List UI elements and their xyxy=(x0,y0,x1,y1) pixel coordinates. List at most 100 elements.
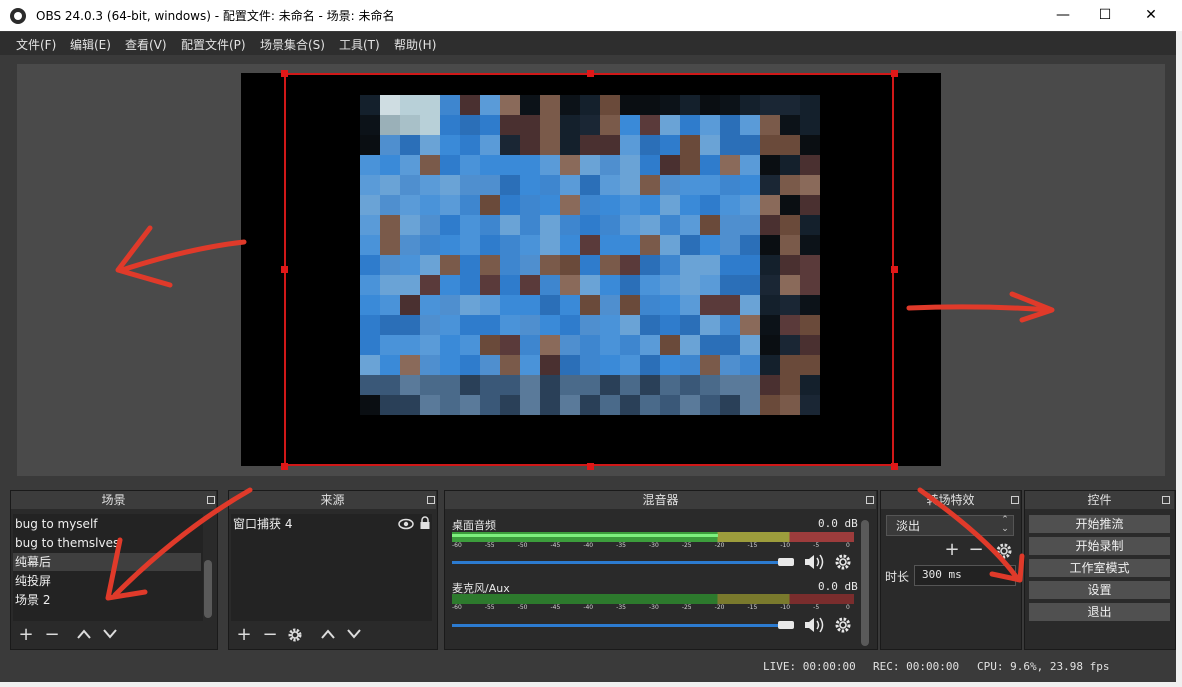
minus-icon[interactable]: − xyxy=(967,541,985,559)
meter-scale-label: -35 xyxy=(616,604,626,611)
menu-file[interactable]: 文件(F) xyxy=(16,36,56,53)
meter-scale-label: -35 xyxy=(616,542,626,549)
rec-status: REC: 00:00:00 xyxy=(873,660,960,673)
duration-value: 300 ms xyxy=(922,568,962,581)
speaker-icon[interactable] xyxy=(803,616,825,634)
speaker-icon[interactable] xyxy=(803,553,825,571)
obs-logo-icon xyxy=(10,8,26,24)
maximize-button[interactable]: ☐ xyxy=(1082,0,1128,31)
studio-mode-button[interactable]: 工作室模式 xyxy=(1028,558,1171,578)
scrollbar[interactable] xyxy=(204,560,212,618)
source-item[interactable]: 窗口捕获 4 xyxy=(231,515,383,533)
volume-slider[interactable] xyxy=(452,561,782,564)
meter-scale-label: -10 xyxy=(780,604,791,611)
float-icon[interactable] xyxy=(866,496,874,504)
meter-scale-label: -60 xyxy=(452,604,462,611)
selection-box[interactable] xyxy=(284,73,894,466)
channel-name: 桌面音频 xyxy=(452,519,496,532)
resize-handle[interactable] xyxy=(891,266,898,273)
meter-scale-label: -45 xyxy=(550,542,561,549)
volume-slider-handle[interactable] xyxy=(778,621,794,629)
desktop-strip xyxy=(1176,31,1182,687)
scene-item-selected[interactable]: 纯幕后 xyxy=(13,553,201,571)
title-bar: OBS 24.0.3 (64-bit, windows) - 配置文件: 未命名… xyxy=(0,0,1182,31)
scene-item[interactable]: bug to themslves xyxy=(13,534,201,552)
volume-slider[interactable] xyxy=(452,624,782,627)
meter-scale-label: -30 xyxy=(649,604,659,611)
meter-scale-label: -55 xyxy=(484,604,495,611)
chevron-up-icon[interactable] xyxy=(76,628,92,640)
volume-meter xyxy=(452,594,854,604)
chevron-down-icon[interactable] xyxy=(346,628,362,640)
meter-scale-label: -5 xyxy=(813,542,820,549)
scenes-header: 场景 xyxy=(11,491,216,509)
live-status: LIVE: 00:00:00 xyxy=(763,660,856,673)
plus-icon[interactable]: + xyxy=(17,626,35,644)
menu-bar: 文件(F) 编辑(E) 查看(V) 配置文件(P) 场景集合(S) 工具(T) … xyxy=(0,31,1182,56)
resize-handle[interactable] xyxy=(281,70,288,77)
scrollbar[interactable] xyxy=(861,520,869,646)
float-icon[interactable] xyxy=(1011,496,1019,504)
meter-scale-label: -5 xyxy=(813,604,820,611)
controls-header: 控件 xyxy=(1025,491,1174,509)
close-button[interactable]: ✕ xyxy=(1128,0,1174,31)
meter-scale-label: -30 xyxy=(649,542,659,549)
chevron-down-icon[interactable] xyxy=(102,628,118,640)
meter-scale-label: -40 xyxy=(583,542,594,549)
transition-selected: 淡出 xyxy=(896,519,921,533)
cpu-status: CPU: 9.6%, 23.98 fps xyxy=(977,660,1110,673)
resize-handle[interactable] xyxy=(587,463,594,470)
volume-slider-handle[interactable] xyxy=(778,558,794,566)
meter-scale-label: -10 xyxy=(780,542,791,549)
float-icon[interactable] xyxy=(207,496,215,504)
meter-scale-label: -40 xyxy=(583,604,594,611)
float-icon[interactable] xyxy=(1162,496,1170,504)
chevron-up-icon[interactable] xyxy=(320,628,336,640)
meter-scale-label: -60 xyxy=(452,542,462,549)
scene-item[interactable]: 场景 2 xyxy=(13,591,201,609)
meter-scale-label: -25 xyxy=(681,604,692,611)
start-streaming-button[interactable]: 开始推流 xyxy=(1028,514,1171,534)
menu-help[interactable]: 帮助(H) xyxy=(394,36,436,53)
scene-item[interactable]: 纯投屏 xyxy=(13,572,201,590)
desktop-strip-bottom xyxy=(0,682,1182,687)
gear-icon[interactable] xyxy=(834,616,852,634)
meter-scale-label: -50 xyxy=(517,542,528,549)
scene-item[interactable]: bug to myself xyxy=(13,515,201,533)
sources-header: 来源 xyxy=(229,491,436,509)
menu-view[interactable]: 查看(V) xyxy=(125,36,167,53)
gear-icon[interactable] xyxy=(287,627,303,643)
exit-button[interactable]: 退出 xyxy=(1028,602,1171,622)
meter-scale-label: -25 xyxy=(681,542,692,549)
gear-icon[interactable] xyxy=(834,553,852,571)
minus-icon[interactable]: − xyxy=(43,626,61,644)
menu-profile[interactable]: 配置文件(P) xyxy=(181,36,246,53)
minus-icon[interactable]: − xyxy=(261,626,279,644)
meter-scale-label: -20 xyxy=(714,542,725,549)
resize-handle[interactable] xyxy=(281,266,288,273)
meter-scale-label: 0 xyxy=(846,542,850,549)
meter-scale-label: -55 xyxy=(484,542,495,549)
minimize-button[interactable]: — xyxy=(1040,0,1086,31)
menu-edit[interactable]: 编辑(E) xyxy=(70,36,111,53)
menu-tools[interactable]: 工具(T) xyxy=(339,36,380,53)
transitions-header: 转场特效 xyxy=(881,491,1020,509)
meter-scale-label: -20 xyxy=(714,604,725,611)
resize-handle[interactable] xyxy=(281,463,288,470)
meter-scale: -60 -55 -50 -45 -40 -35 -30 -25 -20 -15 -10 -5 0 xyxy=(452,542,854,551)
meter-peak xyxy=(452,534,718,537)
gear-icon[interactable] xyxy=(995,542,1013,560)
duration-label: 时长 xyxy=(885,570,910,584)
start-recording-button[interactable]: 开始录制 xyxy=(1028,536,1171,556)
resize-handle[interactable] xyxy=(587,70,594,77)
resize-handle[interactable] xyxy=(891,70,898,77)
resize-handle[interactable] xyxy=(891,463,898,470)
menu-scene-collection[interactable]: 场景集合(S) xyxy=(260,36,325,53)
eye-icon[interactable] xyxy=(398,518,414,530)
float-icon[interactable] xyxy=(427,496,435,504)
plus-icon[interactable]: + xyxy=(943,541,961,559)
channel-level: 0.0 dB xyxy=(818,580,858,593)
lock-icon[interactable] xyxy=(419,516,431,530)
plus-icon[interactable]: + xyxy=(235,626,253,644)
settings-button[interactable]: 设置 xyxy=(1028,580,1171,600)
